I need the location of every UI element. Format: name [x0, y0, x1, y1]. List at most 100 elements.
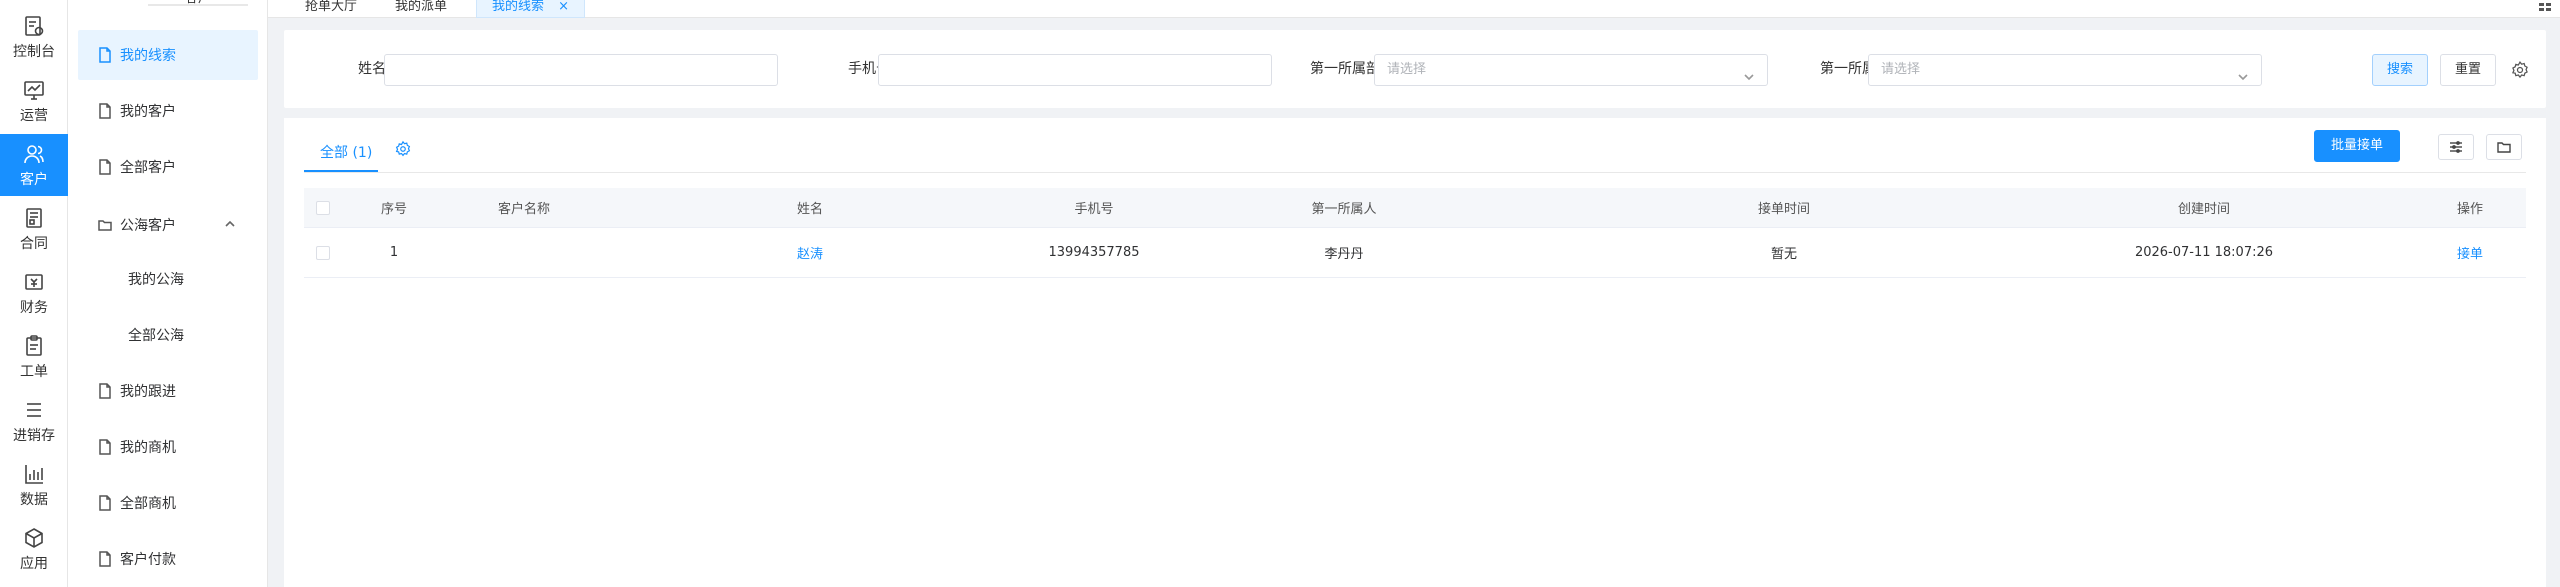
rail-item-console[interactable]: 控制台	[0, 6, 68, 68]
col-header: 姓名	[796, 202, 823, 217]
cell-created-time: 2026-07-11 18:07:26	[2134, 245, 2274, 260]
list-panel: 全部 (1) 批量接单 序号 客户名称 姓名 手机号 第一所属人 接单时间 创建…	[284, 118, 2546, 587]
document-icon	[98, 439, 112, 455]
submenu-item-all-opportunities[interactable]: 全部商机	[78, 478, 258, 528]
submenu-item-my-leads[interactable]: 我的线索	[78, 30, 258, 80]
contract-icon	[26, 207, 42, 228]
rail-label: 合同	[20, 235, 48, 252]
submenu-item-label: 我的客户	[120, 104, 176, 120]
submenu-item-label: 我的跟进	[120, 384, 176, 400]
chevron-up-icon[interactable]	[224, 218, 236, 230]
col-header: 创建时间	[2177, 202, 2230, 217]
cell-accept-time: 暂无	[1770, 247, 1797, 262]
search-button[interactable]: 搜索	[2372, 54, 2428, 86]
chevron-down-icon	[2237, 65, 2249, 81]
submenu-item-label: 公海客户	[120, 218, 176, 234]
batch-accept-button[interactable]: 批量接单	[2314, 130, 2400, 162]
document-icon	[98, 103, 112, 119]
users-icon	[24, 144, 44, 163]
row-checkbox[interactable]	[316, 245, 330, 260]
folder-button[interactable]	[2486, 134, 2522, 160]
submenu-item-my-followups[interactable]: 我的跟进	[78, 366, 258, 416]
rail-label: 数据	[20, 491, 48, 508]
submenu-title-divider	[148, 0, 248, 6]
col-header: 操作	[2456, 202, 2483, 217]
tab-grab-orders[interactable]: 抢单大厅	[290, 0, 372, 18]
col-header: 客户名称	[497, 202, 550, 217]
rail-label: 进销存	[13, 427, 55, 444]
tab-label: 我的线索	[492, 0, 545, 14]
submenu-item-all-pool[interactable]: 全部公海	[78, 310, 258, 360]
column-filter-button[interactable]	[2438, 134, 2474, 160]
submenu-item-my-pool[interactable]: 我的公海	[78, 254, 258, 304]
tab-my-dispatch[interactable]: 我的派单	[380, 0, 462, 18]
col-header: 第一所属人	[1311, 202, 1377, 217]
owner-select[interactable]: 请选择	[1868, 54, 2262, 86]
list-icon	[27, 402, 41, 417]
submenu-item-my-customers[interactable]: 我的客户	[78, 86, 258, 136]
document-icon	[98, 383, 112, 399]
submenu-item-label: 客户付款	[120, 552, 176, 568]
rail-label: 工单	[20, 363, 48, 380]
submenu-group-public-pool[interactable]: 公海客户	[78, 200, 258, 250]
cube-icon	[25, 527, 43, 548]
rail-label: 应用	[20, 555, 48, 572]
tab-bar: 抢单大厅 我的派单 我的线索 ×	[268, 0, 2560, 18]
dept-select[interactable]: 请选择	[1374, 54, 1768, 86]
submenu-item-customer-payments[interactable]: 客户付款	[78, 534, 258, 584]
chart-board-icon	[24, 80, 44, 100]
table-header: 序号 客户名称 姓名 手机号 第一所属人 接单时间 创建时间 操作	[304, 188, 2526, 228]
col-header: 序号	[380, 202, 407, 217]
rail-item-finance[interactable]: 财务	[0, 262, 68, 324]
cell-index: 1	[389, 245, 399, 260]
cell-phone: 13994357785	[1048, 245, 1140, 260]
folder-icon	[98, 217, 112, 233]
name-input[interactable]	[384, 54, 778, 86]
rail-item-operations[interactable]: 运营	[0, 70, 68, 132]
gear-icon[interactable]	[2510, 60, 2530, 80]
filter-panel: 姓名 手机号 第一所属部门 请选择 第一所属人 请选择 搜索 重置	[284, 30, 2546, 108]
rail-item-contract[interactable]: 合同	[0, 198, 68, 260]
tab-divider	[304, 172, 2526, 173]
tab-label: 抢单大厅	[305, 0, 358, 14]
wallet-icon	[25, 273, 43, 290]
document-icon	[98, 551, 112, 567]
submenu-item-all-customers[interactable]: 全部客户	[78, 142, 258, 192]
reset-button[interactable]: 重置	[2440, 54, 2496, 86]
rail-item-customer[interactable]: 客户	[0, 134, 68, 196]
settings-icon[interactable]	[394, 140, 412, 158]
phone-input[interactable]	[878, 54, 1272, 86]
document-icon	[98, 47, 112, 63]
select-all-checkbox[interactable]	[316, 200, 330, 215]
grid-icon[interactable]	[2538, 0, 2552, 11]
accept-order-link[interactable]: 接单	[2430, 228, 2510, 277]
rail-item-data[interactable]: 数据	[0, 454, 68, 516]
rail-item-inventory[interactable]: 进销存	[0, 390, 68, 452]
cell-customer-name	[454, 228, 594, 277]
rail-item-apps[interactable]: 应用	[0, 518, 68, 580]
submenu-item-label: 全部公海	[128, 328, 184, 344]
tab-my-leads[interactable]: 我的线索 ×	[476, 0, 586, 18]
filter-sliders-icon	[2450, 141, 2462, 153]
row-checkbox-cell	[316, 228, 336, 277]
owner-placeholder: 请选择	[1881, 62, 1921, 77]
submenu: 客户 我的线索 我的客户 全部客户 公海客户 我的公海 全部公海 我的跟进 我的…	[68, 0, 268, 587]
folder-icon	[2497, 142, 2511, 153]
leads-table: 序号 客户名称 姓名 手机号 第一所属人 接单时间 创建时间 操作 1 赵涛 1…	[304, 188, 2526, 278]
rail-item-work-order[interactable]: 工单	[0, 326, 68, 388]
submenu-item-label: 全部商机	[120, 496, 176, 512]
rail-label: 客户	[20, 171, 48, 188]
submenu-item-label: 我的公海	[128, 272, 184, 288]
tab-label: 我的派单	[395, 0, 448, 14]
col-header: 手机号	[1074, 202, 1114, 217]
dashboard-icon	[25, 15, 44, 36]
dept-placeholder: 请选择	[1387, 62, 1427, 77]
icon-rail: 控制台 运营 客户 合同 财务 工单 进销存 数据 应用	[0, 0, 68, 587]
close-icon[interactable]: ×	[558, 0, 569, 14]
chevron-down-icon	[1743, 65, 1755, 81]
cell-name-link[interactable]: 赵涛	[750, 228, 870, 277]
submenu-item-label: 我的线索	[120, 48, 176, 64]
bar-chart-icon	[25, 464, 43, 484]
submenu-item-my-opportunities[interactable]: 我的商机	[78, 422, 258, 472]
name-label: 姓名	[358, 61, 386, 77]
